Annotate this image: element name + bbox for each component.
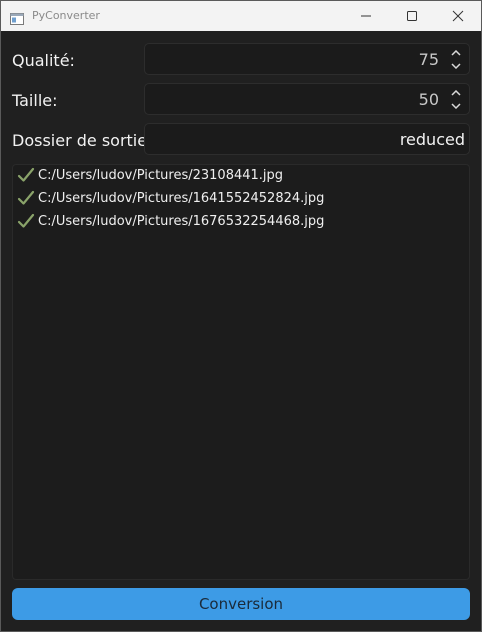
quality-label: Qualité: bbox=[12, 51, 75, 70]
size-value: 50 bbox=[418, 90, 439, 109]
quality-spinbox[interactable]: 75 bbox=[144, 43, 470, 75]
size-decrement-button[interactable] bbox=[446, 99, 466, 112]
chevron-up-icon bbox=[451, 49, 461, 56]
app-icon bbox=[10, 10, 24, 25]
minimize-icon bbox=[361, 15, 371, 17]
quality-value: 75 bbox=[418, 50, 439, 69]
quality-decrement-button[interactable] bbox=[446, 59, 466, 72]
size-increment-button[interactable] bbox=[446, 86, 466, 99]
app-window: PyConverter Qualité: 75 Taille: 50 Dossi… bbox=[0, 0, 482, 632]
conversion-button-label: Conversion bbox=[198, 595, 284, 613]
chevron-down-icon bbox=[451, 102, 461, 109]
minimize-button[interactable] bbox=[343, 1, 389, 31]
file-path: C:/Users/ludov/Pictures/1676532254468.jp… bbox=[38, 214, 325, 229]
maximize-button[interactable] bbox=[389, 1, 435, 31]
quality-stepper bbox=[446, 46, 466, 72]
check-icon bbox=[17, 189, 35, 207]
window-title: PyConverter bbox=[32, 9, 100, 22]
chevron-down-icon bbox=[451, 62, 461, 69]
list-item[interactable]: C:/Users/ludov/Pictures/1676532254468.jp… bbox=[17, 211, 457, 233]
file-path: C:/Users/ludov/Pictures/23108441.jpg bbox=[38, 168, 284, 183]
output-folder-input[interactable]: reduced bbox=[144, 123, 470, 155]
check-icon bbox=[17, 166, 35, 184]
conversion-button[interactable]: Conversion bbox=[12, 588, 470, 620]
check-icon bbox=[17, 212, 35, 230]
title-bar: PyConverter bbox=[1, 1, 481, 31]
file-path: C:/Users/ludov/Pictures/1641552452824.jp… bbox=[38, 191, 325, 206]
output-folder-value: reduced bbox=[399, 130, 465, 149]
file-list[interactable]: C:/Users/ludov/Pictures/23108441.jpg C:/… bbox=[12, 164, 470, 580]
size-stepper bbox=[446, 86, 466, 112]
maximize-icon bbox=[407, 11, 417, 21]
main-content: Qualité: 75 Taille: 50 Dossier de sortie… bbox=[1, 31, 481, 631]
output-folder-label: Dossier de sortie: bbox=[12, 131, 153, 150]
close-button[interactable] bbox=[435, 1, 481, 31]
close-icon bbox=[452, 10, 464, 22]
quality-increment-button[interactable] bbox=[446, 46, 466, 59]
chevron-up-icon bbox=[451, 89, 461, 96]
list-item[interactable]: C:/Users/ludov/Pictures/1641552452824.jp… bbox=[17, 188, 457, 210]
size-spinbox[interactable]: 50 bbox=[144, 83, 470, 115]
size-label: Taille: bbox=[12, 91, 58, 110]
list-item[interactable]: C:/Users/ludov/Pictures/23108441.jpg bbox=[17, 165, 457, 187]
